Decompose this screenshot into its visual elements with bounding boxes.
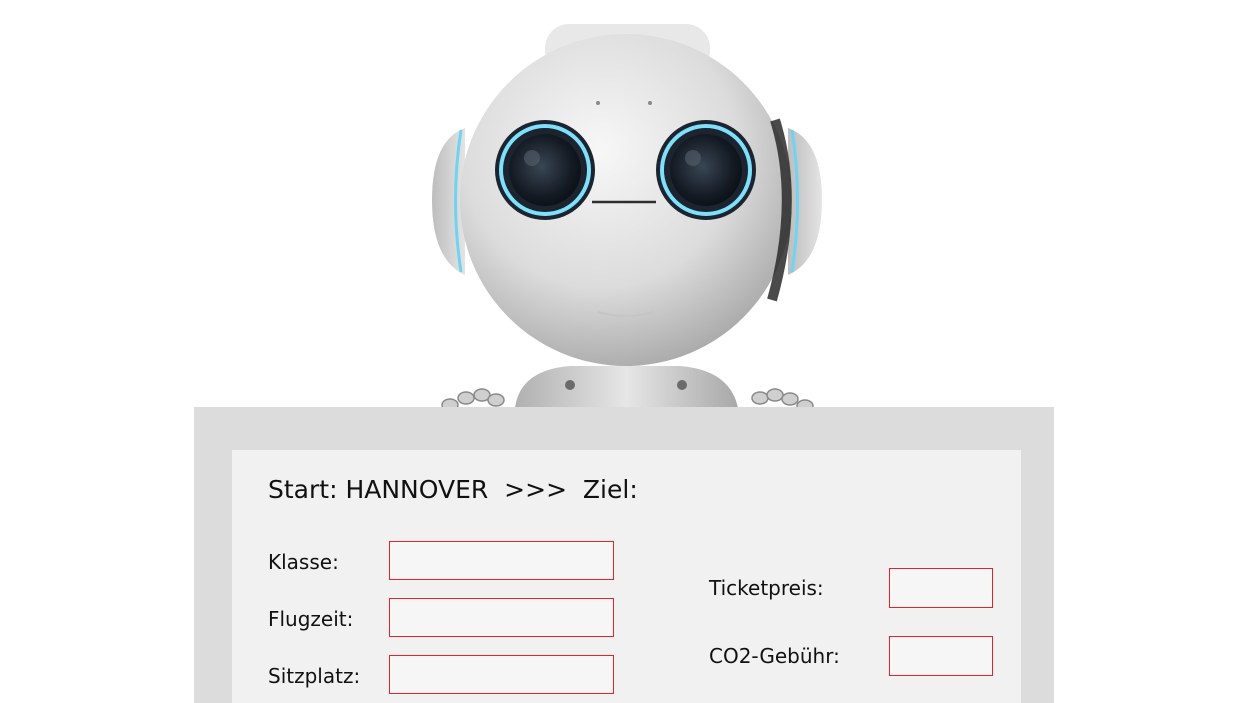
co2-fee-input[interactable] xyxy=(889,636,993,676)
flight-time-input[interactable] xyxy=(389,598,614,637)
destination-label: Ziel: xyxy=(582,475,638,504)
start-value: HANNOVER xyxy=(345,475,489,504)
robot-body xyxy=(515,366,738,408)
robot-ear-right xyxy=(788,128,822,275)
route-arrow: >>> xyxy=(504,475,568,504)
start-label: Start: xyxy=(268,475,338,504)
robot-eye-right xyxy=(656,120,756,220)
robot-eye-left xyxy=(495,120,595,220)
class-input[interactable] xyxy=(389,541,614,580)
seat-label: Sitzplatz: xyxy=(268,664,361,688)
ticket-price-label: Ticketpreis: xyxy=(709,576,824,600)
route-line: Start: HANNOVER >>> Ziel: xyxy=(268,474,638,506)
seat-input[interactable] xyxy=(389,655,614,694)
class-label: Klasse: xyxy=(268,550,339,574)
ticket-scene: Start: HANNOVER >>> Ziel: Klasse: Flugze… xyxy=(0,0,1250,703)
co2-fee-label: CO2-Gebühr: xyxy=(709,644,840,668)
ticket-price-input[interactable] xyxy=(889,568,993,608)
flight-time-label: Flugzeit: xyxy=(268,607,354,631)
